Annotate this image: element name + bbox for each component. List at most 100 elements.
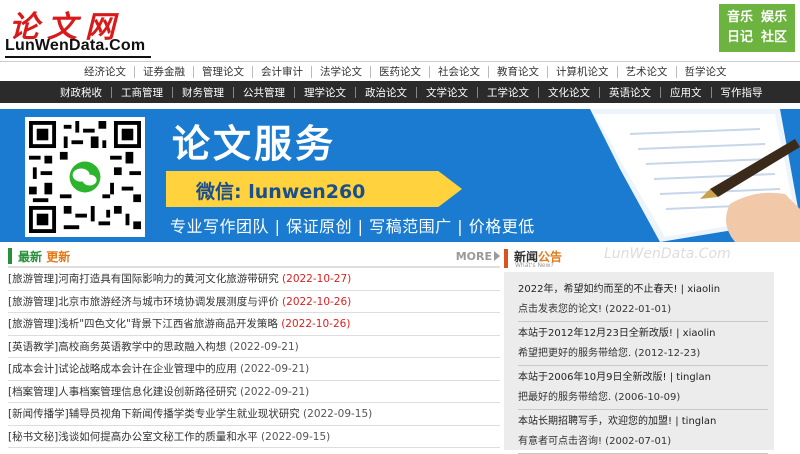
main-nav-item[interactable]: 工商管理 xyxy=(121,85,163,100)
qr-code-image xyxy=(25,117,145,237)
category-nav-item[interactable]: 会计审计 xyxy=(261,64,303,79)
category-nav-item[interactable]: 计算机论文 xyxy=(556,64,609,79)
latest-updates-section: 最新 更新 MORE [旅游管理]河南打造具有国际影响力的黄河文化旅游带研究 (… xyxy=(8,245,500,450)
latest-updates-header: 最新 更新 MORE xyxy=(8,245,500,268)
latest-item-date: (2022-10-27) xyxy=(282,273,352,285)
latest-item-title[interactable]: [秘书文秘]浅谈如何提高办公室文秘工作的质量和水平 xyxy=(8,431,258,443)
fun-entertainment-link[interactable]: 娱乐 xyxy=(757,8,791,28)
news-item[interactable]: 2022年，希望如约而至的不止春天! | xiaolin 点击发表您的论文! (2… xyxy=(518,278,768,322)
category-nav-item[interactable]: 证券金融 xyxy=(143,64,185,79)
latest-item-title[interactable]: [旅游管理]河南打造具有国际影响力的黄河文化旅游带研究 xyxy=(8,273,279,285)
category-nav-item[interactable]: 哲学论文 xyxy=(685,64,727,79)
latest-list-item[interactable]: [秘书文秘]浅谈如何提高办公室文秘工作的质量和水平 (2022-09-15) xyxy=(8,426,500,448)
news-headline[interactable]: 本站于2012年12月23日全新改版! | xiaolin xyxy=(518,324,768,344)
news-detail[interactable]: 点击发表您的论文! (2022-01-01) xyxy=(518,300,768,320)
news-header: 新闻公告 What's New? LunWenData.Com xyxy=(504,245,774,272)
main-nav-item[interactable]: 写作指导 xyxy=(721,85,763,100)
section-marker xyxy=(8,248,12,264)
latest-item-title[interactable]: [档案管理]人事档案管理信息化建设创新路径研究 xyxy=(8,386,237,398)
service-banner[interactable]: 论文服务 微信: lunwen260 专业写作团队 | 保证原创 | 写稿范围广… xyxy=(0,109,800,242)
latest-item-date: (2022-09-15) xyxy=(303,408,373,420)
latest-item-title[interactable]: [成本会计]试论战略成本会计在企业管理中的应用 xyxy=(8,363,237,375)
news-headline-text[interactable]: 2022年，希望如约而至的不止春天! xyxy=(518,284,677,295)
main-nav-item[interactable]: 文化论文 xyxy=(548,85,590,100)
latest-list-item[interactable]: [旅游管理]浅析"四色文化"背景下江西省旅游商品开发策略 (2022-10-26… xyxy=(8,313,500,336)
latest-item-date: (2022-09-15) xyxy=(261,430,331,443)
latest-list-item[interactable]: [旅游管理]北京市旅游经济与城市环境协调发展测度与评价 (2022-10-26) xyxy=(8,291,500,313)
nav-separator xyxy=(675,66,677,78)
news-headline[interactable]: 2022年，希望如约而至的不止春天! | xiaolin xyxy=(518,280,768,300)
news-headline-text[interactable]: 本站长期招聘写手，欢迎您的加盟! xyxy=(518,416,672,427)
category-nav-item[interactable]: 医药论文 xyxy=(379,64,421,79)
nav-separator xyxy=(193,66,194,78)
category-nav-item[interactable]: 法学论文 xyxy=(320,64,362,79)
latest-item-title[interactable]: [旅游管理]北京市旅游经济与城市环境协调发展测度与评价 xyxy=(8,296,279,308)
nav-separator xyxy=(134,66,135,78)
paper-pen-illustration-icon xyxy=(590,109,800,242)
category-nav-item[interactable]: 艺术论文 xyxy=(626,64,668,79)
main-nav-item[interactable]: 文学论文 xyxy=(426,85,468,100)
category-nav-item[interactable]: 经济论文 xyxy=(84,64,126,79)
news-detail[interactable]: 有意者可点击咨询! (2002-07-01) xyxy=(518,432,768,452)
main-nav-item[interactable]: 工学论文 xyxy=(487,85,529,100)
main-nav: 财政税收 工商管理 财务管理 公共管理 理学论文 政治论文 文学论文 工学论文 文化论文 英语论文… xyxy=(0,81,800,103)
site-logo[interactable]: 论文网 LunWenData.Com xyxy=(5,2,155,58)
latest-updates-title: 最新 更新 xyxy=(18,250,71,264)
latest-item-date: (2022-09-21) xyxy=(240,385,310,398)
news-headline[interactable]: 本站长期招聘写手，欢迎您的加盟! | tinglan xyxy=(518,412,768,432)
fun-diary-link[interactable]: 日记 xyxy=(723,28,757,48)
latest-list-item[interactable]: [新闻传播学]辅导员视角下新闻传播学类专业学生就业现状研究 (2022-09-1… xyxy=(8,403,500,426)
more-arrow-icon xyxy=(494,251,500,261)
nav-separator xyxy=(252,66,253,78)
latest-item-date: (2022-10-26) xyxy=(281,318,351,330)
latest-list-item[interactable]: [档案管理]人事档案管理信息化建设创新路径研究 (2022-09-21) xyxy=(8,381,500,403)
main-nav-item[interactable]: 应用文 xyxy=(670,85,702,100)
nav-separator xyxy=(233,87,234,98)
news-headline-text[interactable]: 本站于2012年12月23日全新改版! xyxy=(518,328,673,339)
latest-item-date: (2022-10-26) xyxy=(282,295,352,308)
news-author: | xiaolin xyxy=(676,328,716,339)
news-item[interactable]: 本站长期招聘写手，欢迎您的加盟! | tinglan 有意者可点击咨询! (200… xyxy=(518,410,768,454)
category-nav-item[interactable]: 教育论文 xyxy=(497,64,539,79)
latest-list-item[interactable]: [英语教学]高校商务英语教学中的思政融入构想 (2022-09-21) xyxy=(8,336,500,358)
nav-separator xyxy=(488,66,489,78)
more-link[interactable]: MORE xyxy=(456,250,500,263)
news-watermark: LunWenData.Com xyxy=(604,246,731,262)
category-nav-item[interactable]: 社会论文 xyxy=(438,64,480,79)
main-nav-item[interactable]: 公共管理 xyxy=(243,85,285,100)
fun-community-link[interactable]: 社区 xyxy=(757,28,791,48)
header: 论文网 LunWenData.Com 音乐 娱乐 日记 社区 xyxy=(0,0,800,60)
banner-slogan: 专业写作团队 | 保证原创 | 写稿范围广 | 价格更低 xyxy=(170,217,535,236)
news-item[interactable]: 本站于2006年10月9日全新改版! | tinglan 把最好的服务带给您. (… xyxy=(518,366,768,410)
latest-item-title[interactable]: [旅游管理]浅析"四色文化"背景下江西省旅游商品开发策略 xyxy=(8,318,278,330)
latest-item-title[interactable]: [英语教学]高校商务英语教学中的思政融入构想 xyxy=(8,341,226,353)
latest-item-title[interactable]: [新闻传播学]辅导员视角下新闻传播学类专业学生就业现状研究 xyxy=(8,408,300,420)
category-nav-item[interactable]: 管理论文 xyxy=(202,64,244,79)
logo-underline xyxy=(5,56,151,58)
main-nav-item[interactable]: 理学论文 xyxy=(304,85,346,100)
nav-separator xyxy=(111,87,112,98)
news-detail[interactable]: 把最好的服务带给您. (2006-10-09) xyxy=(518,388,768,408)
main-nav-item[interactable]: 财务管理 xyxy=(182,85,224,100)
nav-separator xyxy=(311,66,312,78)
latest-list-item[interactable]: [旅游管理]河南打造具有国际影响力的黄河文化旅游带研究 (2022-10-27) xyxy=(8,268,500,291)
fun-menu: 音乐 娱乐 日记 社区 xyxy=(719,4,795,52)
nav-separator xyxy=(172,87,173,98)
news-detail[interactable]: 希望把更好的服务带给您. (2012-12-23) xyxy=(518,344,768,364)
news-list: 2022年，希望如约而至的不止春天! | xiaolin 点击发表您的论文! (2… xyxy=(504,272,774,454)
news-headline-text[interactable]: 本站于2006年10月9日全新改版! xyxy=(518,372,667,383)
main-nav-item[interactable]: 财政税收 xyxy=(60,85,102,100)
banner-wechat-id: 微信: lunwen260 xyxy=(196,181,366,203)
logo-english: LunWenData.Com xyxy=(5,37,146,54)
news-author: | tinglan xyxy=(675,416,717,427)
news-item[interactable]: 本站于2012年12月23日全新改版! | xiaolin 希望把更好的服务带给您… xyxy=(518,322,768,366)
fun-music-link[interactable]: 音乐 xyxy=(723,8,757,28)
latest-list-item[interactable]: [成本会计]试论战略成本会计在企业管理中的应用 (2022-09-21) xyxy=(8,358,500,381)
nav-separator xyxy=(370,66,371,78)
news-section: 新闻公告 What's New? LunWenData.Com 2022年，希望… xyxy=(504,245,774,454)
section-marker xyxy=(504,249,508,268)
main-nav-item[interactable]: 政治论文 xyxy=(365,85,407,100)
category-nav: 经济论文 证券金融 管理论文 会计审计 法学论文 医药论文 社会论文 教育论文 计算机论文 艺术论… xyxy=(0,61,800,81)
news-headline[interactable]: 本站于2006年10月9日全新改版! | tinglan xyxy=(518,368,768,388)
main-nav-item[interactable]: 英语论文 xyxy=(609,85,651,100)
